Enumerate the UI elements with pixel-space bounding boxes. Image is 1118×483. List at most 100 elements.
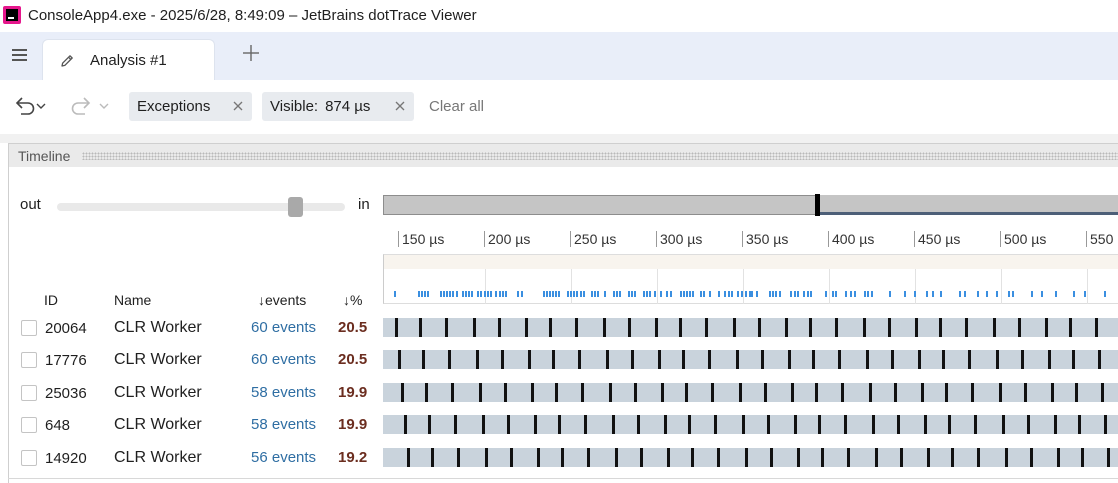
exception-marker xyxy=(977,448,980,467)
exception-marker xyxy=(939,318,942,337)
thread-name: CLR Worker xyxy=(114,384,202,401)
thread-activity-lane[interactable] xyxy=(383,350,1118,369)
event-mark xyxy=(709,291,711,297)
thread-activity-lane[interactable] xyxy=(383,383,1118,402)
exception-marker xyxy=(655,318,658,337)
thread-row[interactable]: 17776 CLR Worker 60 events 20.5 xyxy=(0,344,1118,376)
thread-events-link[interactable]: 60 events xyxy=(251,319,316,336)
exception-marker xyxy=(658,350,661,369)
exception-marker xyxy=(733,318,736,337)
close-icon[interactable] xyxy=(394,100,406,112)
event-mark xyxy=(940,291,942,297)
thread-row[interactable]: 648 CLR Worker 58 events 19.9 xyxy=(0,409,1118,441)
filter-chip-label: Exceptions xyxy=(137,98,211,115)
filter-chip-visible[interactable]: Visible: 874 µs xyxy=(262,92,414,121)
range-handle[interactable] xyxy=(815,194,820,216)
thread-checkbox[interactable] xyxy=(21,320,37,336)
zoom-slider-thumb[interactable] xyxy=(288,197,303,217)
event-mark xyxy=(850,291,852,297)
close-icon[interactable] xyxy=(232,100,244,112)
hamburger-menu-icon[interactable] xyxy=(12,49,27,61)
event-mark xyxy=(591,291,593,297)
exception-marker xyxy=(821,448,824,467)
exception-marker xyxy=(891,350,894,369)
event-mark xyxy=(421,291,423,297)
event-mark xyxy=(517,291,519,297)
event-mark xyxy=(779,291,781,297)
exception-marker xyxy=(797,448,800,467)
title-bar: ConsoleApp4.exe - 2025/6/28, 8:49:09 – J… xyxy=(0,0,1118,32)
exception-marker xyxy=(395,318,398,337)
tab-analysis-1[interactable]: Analysis #1 xyxy=(42,39,215,80)
exception-marker xyxy=(558,415,561,434)
exception-marker xyxy=(688,415,691,434)
visible-range-selection[interactable] xyxy=(818,195,1118,215)
event-mark xyxy=(424,291,426,297)
panel-title: Timeline xyxy=(18,148,71,164)
exception-marker xyxy=(1021,350,1024,369)
exception-marker xyxy=(476,350,479,369)
thread-checkbox[interactable] xyxy=(21,450,37,466)
thread-events-link[interactable]: 58 events xyxy=(251,416,316,433)
event-mark xyxy=(573,291,575,297)
column-header-percent[interactable]: ↓% xyxy=(343,292,362,308)
gridline xyxy=(915,269,916,304)
column-header-name[interactable]: Name xyxy=(114,292,151,308)
exception-marker xyxy=(818,415,821,434)
column-header-events[interactable]: ↓events xyxy=(258,292,306,308)
exception-marker xyxy=(918,350,921,369)
filter-chip-exceptions[interactable]: Exceptions xyxy=(129,92,252,121)
thread-row[interactable]: 25036 CLR Worker 58 events 19.9 xyxy=(0,377,1118,409)
exception-marker xyxy=(525,318,528,337)
thread-row[interactable]: 14920 CLR Worker 56 events 19.2 xyxy=(0,442,1118,474)
exception-marker xyxy=(1072,350,1075,369)
thread-row[interactable]: 20064 CLR Worker 60 events 20.5 xyxy=(0,312,1118,344)
event-strip[interactable] xyxy=(383,269,1118,304)
event-mark xyxy=(495,291,497,297)
thread-activity-lane[interactable] xyxy=(383,448,1118,467)
filter-chip-value: 874 µs xyxy=(325,98,371,115)
column-header-id[interactable]: ID xyxy=(44,292,58,308)
thread-name: CLR Worker xyxy=(114,416,202,433)
exception-marker xyxy=(507,415,510,434)
event-mark xyxy=(807,291,809,297)
event-mark xyxy=(700,291,702,297)
event-mark xyxy=(1084,291,1086,297)
exception-marker xyxy=(501,350,504,369)
thread-activity-lane[interactable] xyxy=(383,415,1118,434)
redo-icon[interactable] xyxy=(68,96,112,116)
event-mark xyxy=(443,291,445,297)
exception-marker xyxy=(835,318,838,337)
drag-grip-icon[interactable] xyxy=(82,152,1118,160)
thread-checkbox[interactable] xyxy=(21,417,37,433)
panel-separator xyxy=(0,134,1118,143)
exception-marker xyxy=(921,383,924,402)
event-mark xyxy=(646,291,648,297)
ruler-tick-label: 350 µs xyxy=(742,231,788,247)
timeline-panel-header[interactable]: Timeline xyxy=(8,143,1118,167)
event-mark xyxy=(1012,291,1014,297)
event-mark xyxy=(1055,291,1057,297)
event-mark xyxy=(449,291,451,297)
event-mark xyxy=(594,291,596,297)
clear-all-link[interactable]: Clear all xyxy=(429,98,484,115)
event-mark xyxy=(680,291,682,297)
exception-marker xyxy=(714,415,717,434)
thread-events-link[interactable]: 60 events xyxy=(251,351,316,368)
thread-checkbox[interactable] xyxy=(21,385,37,401)
thread-activity-lane[interactable] xyxy=(383,318,1118,337)
undo-icon[interactable] xyxy=(12,96,52,116)
thread-percent: 19.2 xyxy=(338,449,368,466)
add-tab-icon[interactable] xyxy=(242,44,260,62)
thread-checkbox[interactable] xyxy=(21,352,37,368)
exception-marker xyxy=(866,350,869,369)
thread-events-link[interactable]: 56 events xyxy=(251,449,316,466)
exception-marker xyxy=(948,415,951,434)
thread-id: 17776 xyxy=(45,352,87,369)
thread-events-link[interactable]: 58 events xyxy=(251,384,316,401)
exception-marker xyxy=(549,318,552,337)
exception-marker xyxy=(736,350,739,369)
event-mark xyxy=(959,291,961,297)
ruler-band[interactable] xyxy=(383,254,1118,269)
event-mark xyxy=(446,291,448,297)
